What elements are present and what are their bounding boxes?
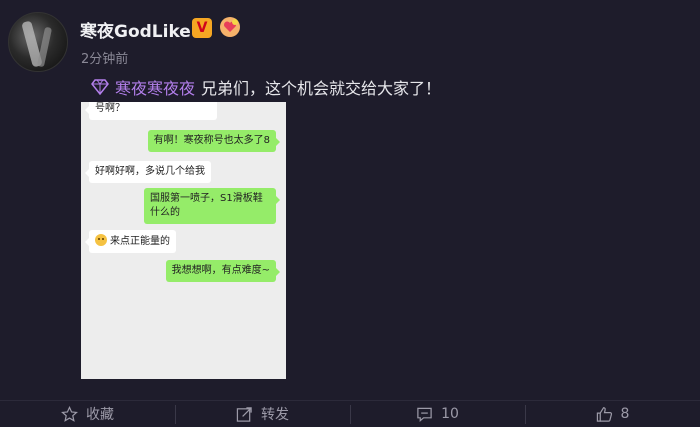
chat-message-right: 国服第一喷子，S1滑板鞋什么的	[144, 188, 280, 224]
mention-link[interactable]: 寒夜寒夜夜	[115, 75, 195, 99]
emoji-icon	[95, 234, 107, 246]
username[interactable]: 寒夜GodLike	[80, 17, 191, 42]
comment-count: 10	[441, 406, 459, 422]
like-button[interactable]: 8	[525, 401, 700, 427]
chat-message-text: 来点正能量的	[110, 236, 170, 247]
repost-button[interactable]: 转发	[175, 401, 350, 427]
chat-message-left: 来点正能量的	[85, 230, 176, 253]
action-bar: 收藏 转发 10 8	[0, 400, 700, 427]
like-count: 8	[620, 406, 630, 422]
avatar[interactable]	[8, 12, 68, 72]
favorite-label: 收藏	[86, 407, 114, 423]
star-icon	[61, 405, 78, 422]
post-body: 兄弟们，这个机会就交给大家了！	[201, 79, 442, 98]
share-icon	[236, 406, 252, 422]
chat-screenshot-image[interactable]: 号啊？ 有啊！寒夜称号也太多了8 好啊好啊，多说几个给我 国服第一喷子，S1滑板…	[81, 102, 286, 379]
heart-badge-icon	[220, 17, 240, 37]
post-text: 寒夜寒夜夜 兄弟们，这个机会就交给大家了！	[91, 75, 441, 99]
diamond-icon	[91, 79, 109, 95]
chat-message-left: 号啊？	[85, 102, 217, 120]
timestamp: 2分钟前	[81, 52, 129, 67]
comment-button[interactable]: 10	[350, 401, 525, 427]
vip-badge: V	[192, 18, 212, 38]
favorite-button[interactable]: 收藏	[0, 401, 175, 427]
thumbs-up-icon	[596, 406, 612, 422]
comment-icon	[417, 407, 432, 422]
chat-message-right: 有啊！寒夜称号也太多了8	[147, 130, 281, 152]
chat-message-left: 好啊好啊，多说几个给我	[85, 161, 211, 183]
chat-message-right: 我想想啊，有点难度~	[165, 260, 281, 282]
repost-label: 转发	[261, 407, 289, 423]
